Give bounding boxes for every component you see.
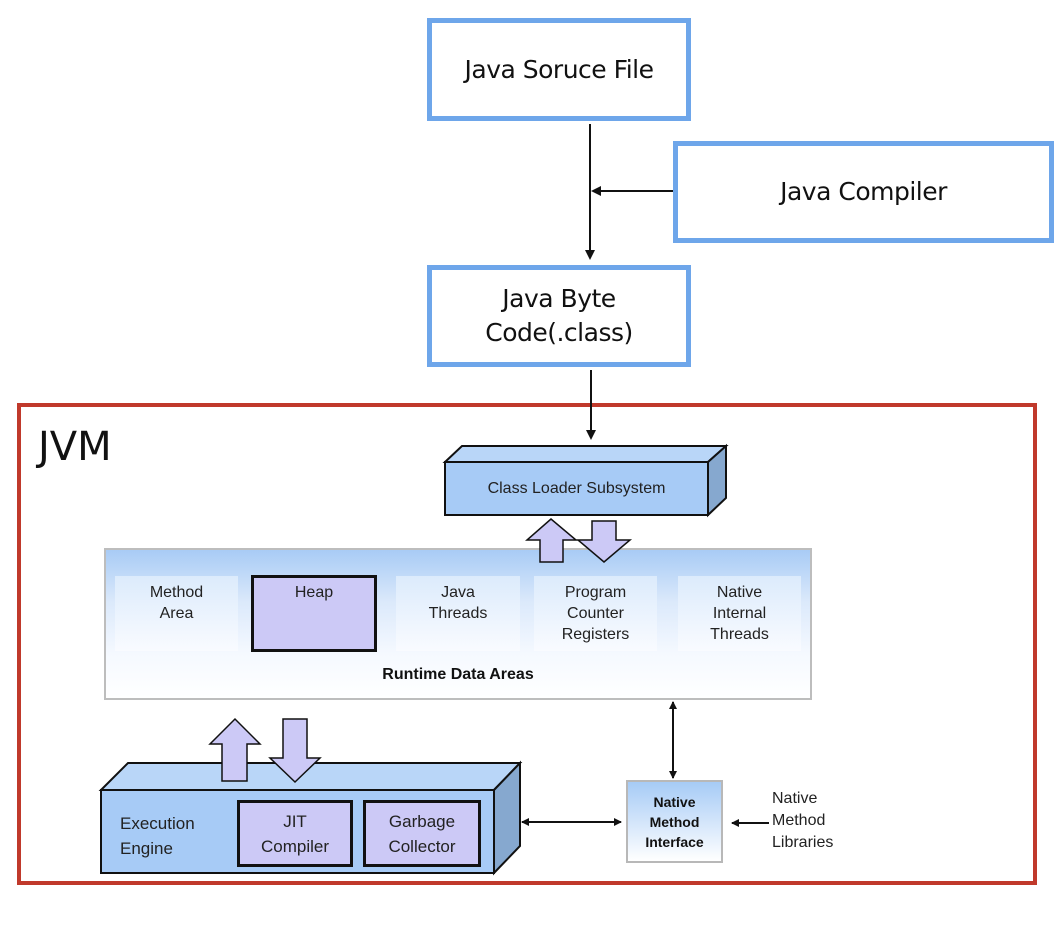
diagram-graphics (98, 124, 769, 876)
jit-compiler-label: JIT Compiler (260, 812, 330, 856)
classloader-to-runtime-arrow (575, 520, 633, 563)
class-loader-label: Class Loader Subsystem (487, 480, 666, 497)
execution-engine-label: Execution Engine (120, 814, 195, 858)
native-method-libraries-label: Native Method Libraries (772, 790, 834, 851)
native-method-interface-box: Native Method Interface (626, 780, 723, 863)
garbage-collector-label: Garbage Collector (388, 812, 456, 856)
runtime-to-classloader-arrow (525, 518, 579, 563)
